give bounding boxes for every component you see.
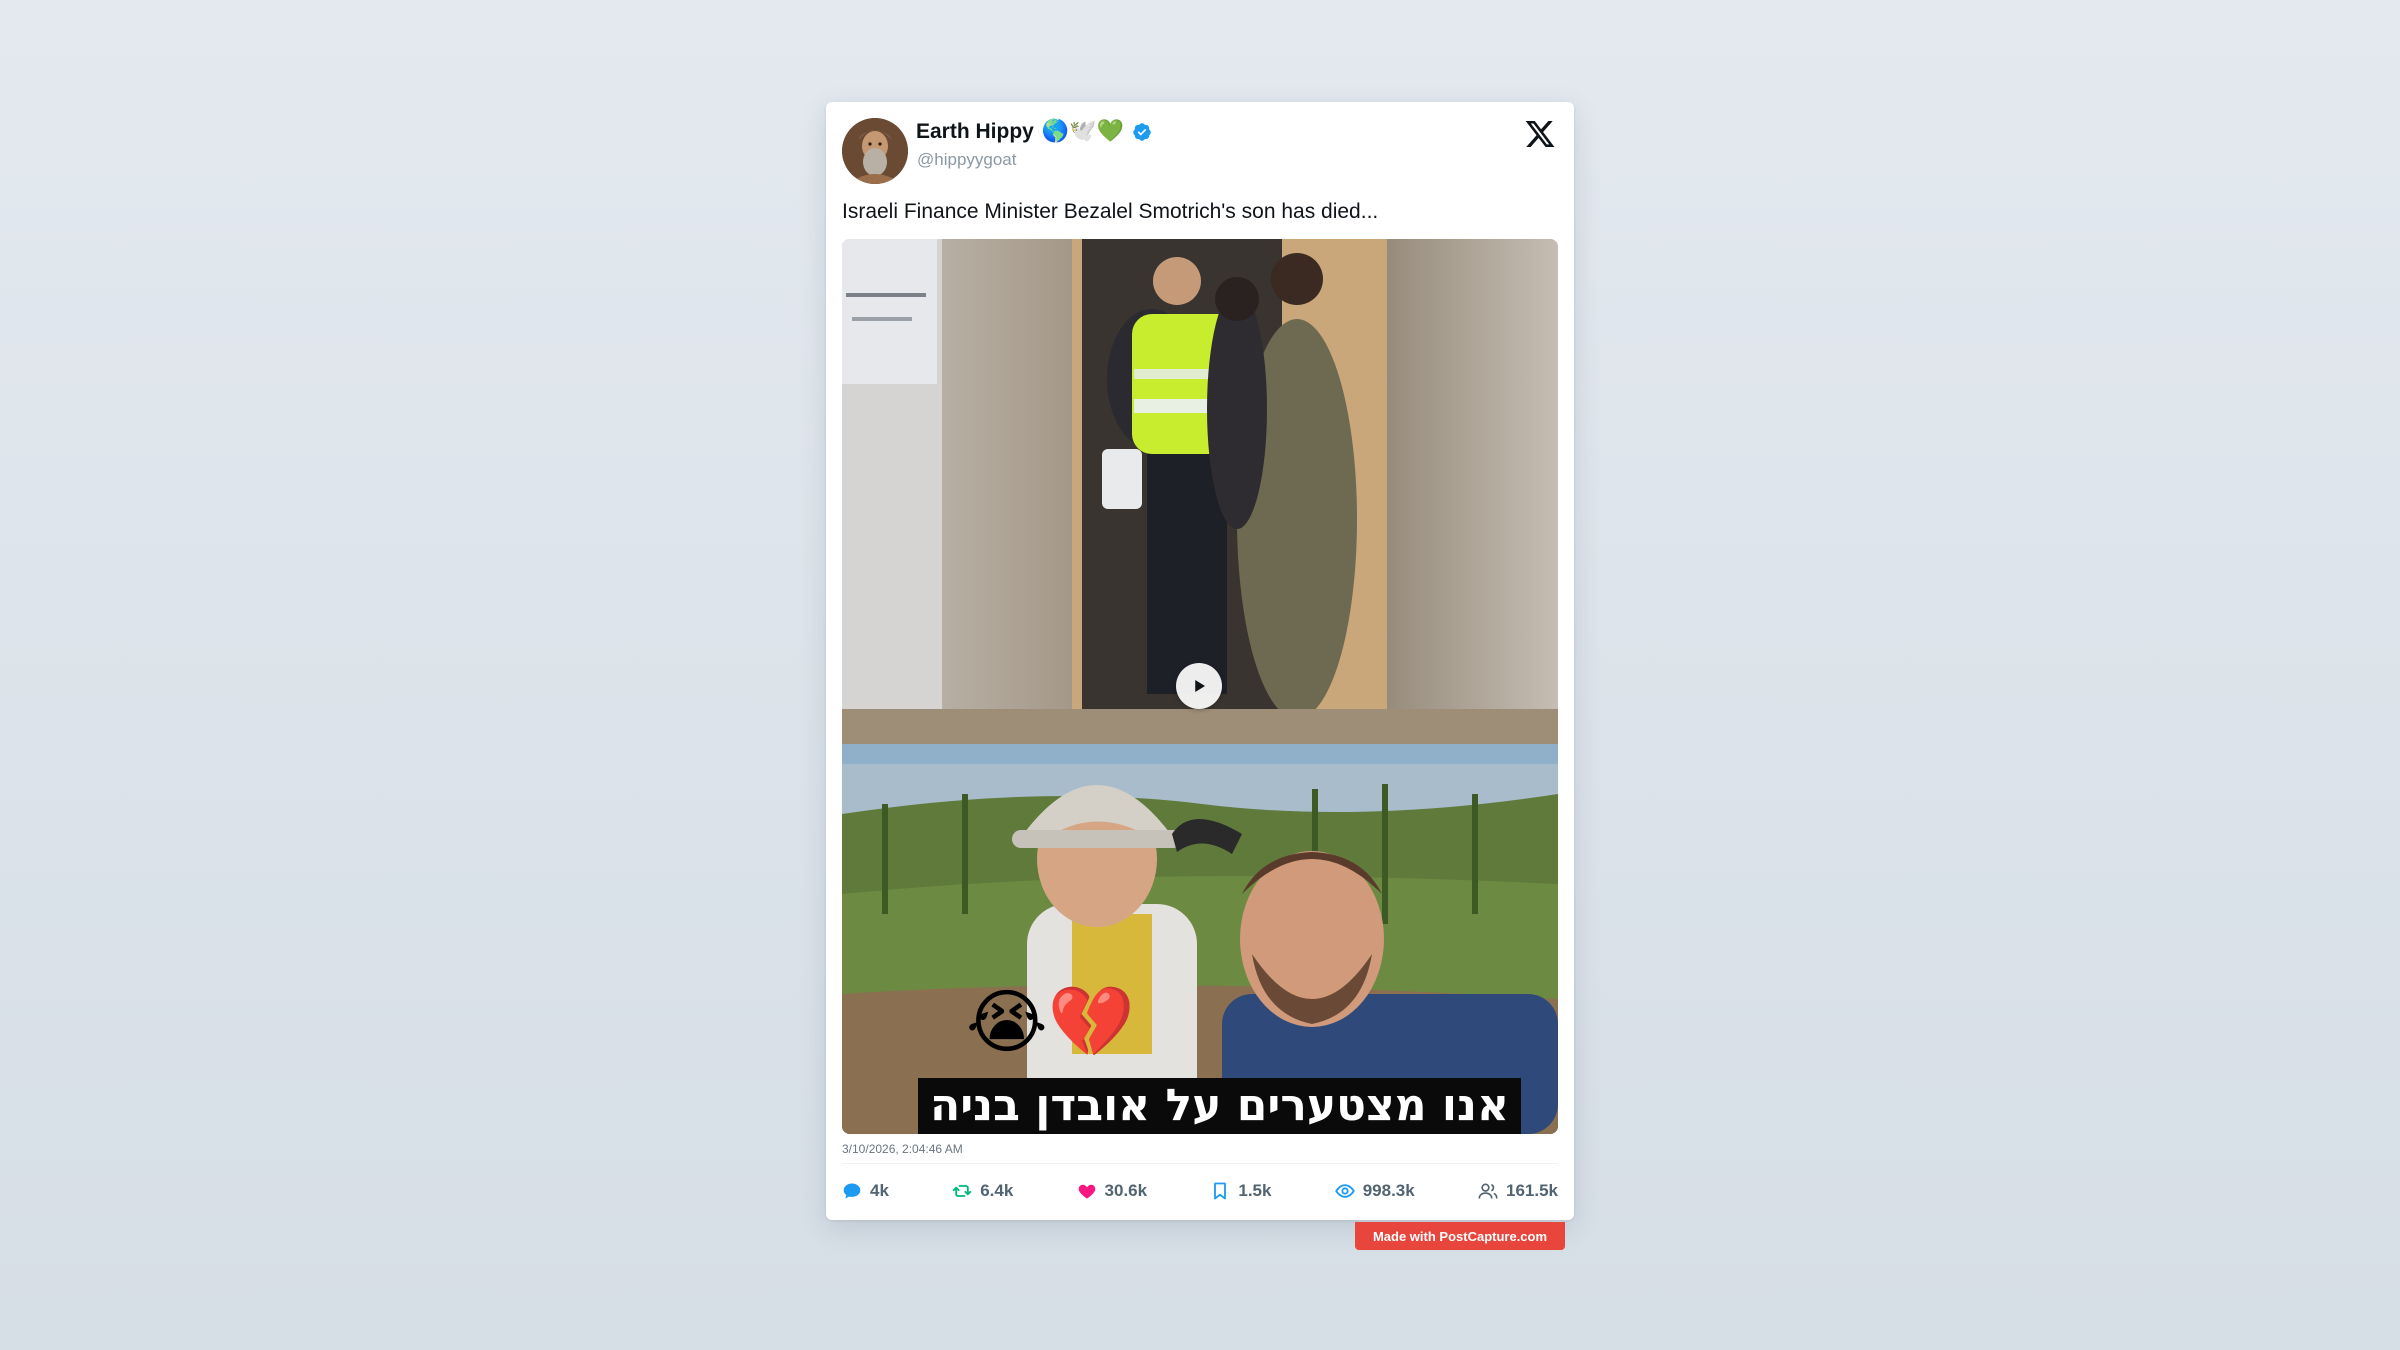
bookmark-icon — [1214, 1182, 1227, 1200]
engagement-stats: 4k 6.4k 30.6k 1.5k 998.3k 161.5k — [842, 1178, 1558, 1204]
followers-stat[interactable]: 161.5k — [1478, 1181, 1558, 1201]
play-button[interactable] — [1176, 663, 1222, 709]
author-handle[interactable]: @hippyygoat — [917, 150, 1017, 170]
like-stat[interactable]: 30.6k — [1077, 1181, 1148, 1201]
repost-count: 6.4k — [980, 1181, 1014, 1200]
like-count: 30.6k — [1104, 1181, 1148, 1200]
repost-icon — [952, 1185, 972, 1197]
followers-count: 161.5k — [1505, 1181, 1558, 1200]
author-name-emojis: 🌎🕊️💚 — [1041, 119, 1125, 144]
post-timestamp: 3/10/2026, 2:04:46 AM — [842, 1142, 963, 1156]
views-count: 998.3k — [1362, 1181, 1415, 1200]
eye-icon — [1334, 1184, 1355, 1198]
bookmark-count: 1.5k — [1238, 1181, 1272, 1200]
repost-stat[interactable]: 6.4k — [952, 1181, 1013, 1201]
post-text: Israeli Finance Minister Bezalel Smotric… — [842, 200, 1379, 223]
image-caption: אנו מצטערים על אובדן בניה — [918, 1078, 1522, 1134]
post-media[interactable]: 😭💔 אנו מצטערים על אובדן בניה — [842, 239, 1558, 1134]
views-stat[interactable]: 998.3k — [1334, 1181, 1415, 1201]
photo-image[interactable] — [842, 744, 1558, 1134]
avatar[interactable] — [842, 118, 908, 184]
watermark-badge[interactable]: Made with PostCapture.com — [1355, 1222, 1565, 1250]
play-icon — [1195, 680, 1205, 692]
author-name[interactable]: Earth Hippy — [916, 120, 1034, 144]
divider — [842, 1163, 1558, 1164]
reply-count: 4k — [870, 1181, 889, 1200]
reply-icon — [843, 1183, 861, 1199]
verified-badge-icon — [1133, 123, 1151, 141]
heart-icon — [1078, 1184, 1095, 1199]
x-logo-icon[interactable] — [1524, 118, 1556, 150]
author-name-row: Earth Hippy 🌎🕊️💚 — [916, 120, 1152, 144]
users-icon — [1478, 1183, 1498, 1199]
post-card: Earth Hippy 🌎🕊️💚 @hippyygoat Israeli Fin… — [826, 102, 1574, 1220]
bookmark-stat[interactable]: 1.5k — [1210, 1181, 1271, 1201]
image-emoji-overlay: 😭💔 — [966, 981, 1135, 1063]
reply-stat[interactable]: 4k — [842, 1181, 889, 1201]
